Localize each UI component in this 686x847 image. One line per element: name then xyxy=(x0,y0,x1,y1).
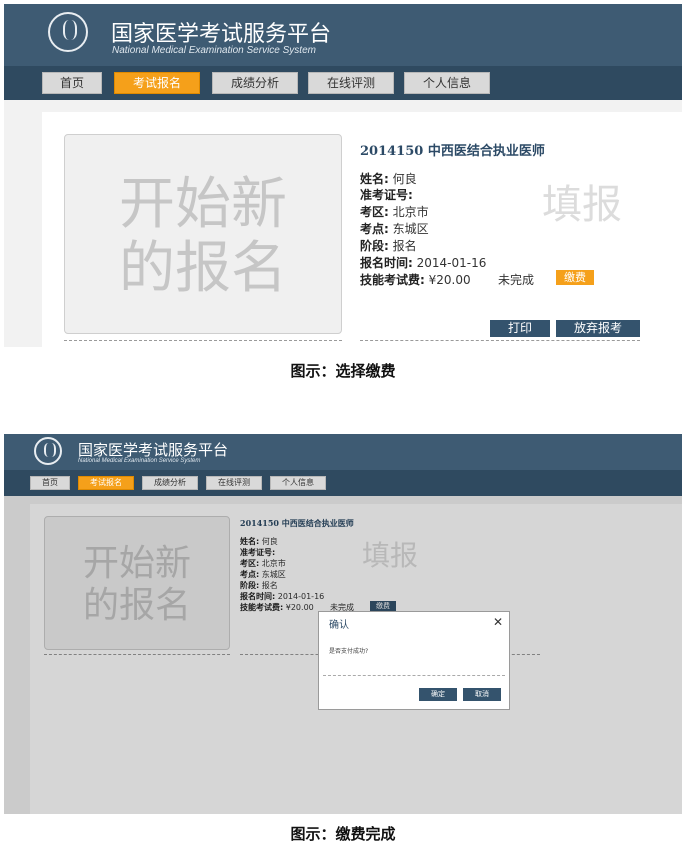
nav-personal-info[interactable]: 个人信息 xyxy=(270,476,326,490)
cancel-button[interactable]: 取消 xyxy=(463,688,501,701)
site-title: 国家医学考试服务平台 xyxy=(111,22,332,47)
medical-emblem-icon xyxy=(48,12,88,52)
nav-online-assessment[interactable]: 在线评测 xyxy=(206,476,262,490)
fill-in-stamp: 填报 xyxy=(542,182,622,228)
nav-home[interactable]: 首页 xyxy=(30,476,70,490)
nav-personal-info[interactable]: 个人信息 xyxy=(404,72,490,94)
site-subtitle: National Medical Examination Service Sys… xyxy=(78,458,201,464)
dialog-title: 确认 xyxy=(329,620,349,631)
divider-right xyxy=(360,340,640,341)
exam-title: 2014150 中西医结合执业医师 xyxy=(360,144,545,159)
field-skill-fee: 技能考试费: ¥20.00 xyxy=(360,273,471,287)
fee-status: 未完成 xyxy=(498,273,535,287)
confirm-dialog: 确认 ✕ 是否支付成功? 确定 取消 xyxy=(318,611,510,710)
abandon-registration-button[interactable]: 放弃报考 xyxy=(556,320,640,337)
site-subtitle: National Medical Examination Service Sys… xyxy=(112,45,316,56)
nav-online-assessment[interactable]: 在线评测 xyxy=(308,72,394,94)
screenshot-select-payment: 国家医学考试服务平台 National Medical Examination … xyxy=(4,4,682,347)
nav-home[interactable]: 首页 xyxy=(42,72,102,94)
confirm-button[interactable]: 确定 xyxy=(419,688,457,701)
site-header: 国家医学考试服务平台 National Medical Examination … xyxy=(4,4,682,66)
new-registration-line1: 开始新 xyxy=(119,172,287,237)
dialog-divider xyxy=(323,675,505,676)
medical-emblem-icon xyxy=(34,437,62,465)
print-button[interactable]: 打印 xyxy=(490,320,550,337)
screenshot-payment-complete: 国家医学考试服务平台 National Medical Examination … xyxy=(4,434,682,814)
new-registration-tile[interactable]: 开始新 的报名 xyxy=(64,134,342,334)
new-registration-line2: 的报名 xyxy=(119,236,287,301)
nav-score-analysis[interactable]: 成绩分析 xyxy=(142,476,198,490)
main-nav: 首页 考试报名 成绩分析 在线评测 个人信息 xyxy=(4,470,682,496)
field-exam-site: 考点: 东城区 xyxy=(360,222,429,236)
registration-card: 开始新 的报名 2014150 中西医结合执业医师 填报 姓名: 何良 准考证号… xyxy=(42,112,682,347)
site-header: 国家医学考试服务平台 National Medical Examination … xyxy=(4,434,682,470)
field-admission-no: 准考证号: xyxy=(360,188,413,202)
field-name: 姓名: 何良 xyxy=(360,172,417,186)
nav-exam-registration[interactable]: 考试报名 xyxy=(114,72,200,94)
pay-button[interactable]: 缴费 xyxy=(556,270,594,285)
close-icon[interactable]: ✕ xyxy=(493,615,503,629)
field-stage: 阶段: 报名 xyxy=(360,239,417,253)
caption-payment-complete: 图示：缴费完成 xyxy=(290,825,396,843)
caption-select-payment: 图示：选择缴费 xyxy=(290,362,396,380)
divider-left xyxy=(64,340,342,341)
main-nav: 首页 考试报名 成绩分析 在线评测 个人信息 xyxy=(4,66,682,100)
site-title: 国家医学考试服务平台 xyxy=(78,441,229,459)
dialog-message: 是否支付成功? xyxy=(329,648,369,655)
field-exam-region: 考区: 北京市 xyxy=(360,205,429,219)
nav-exam-registration[interactable]: 考试报名 xyxy=(78,476,134,490)
nav-score-analysis[interactable]: 成绩分析 xyxy=(212,72,298,94)
field-registration-time: 报名时间: 2014-01-16 xyxy=(360,256,487,270)
